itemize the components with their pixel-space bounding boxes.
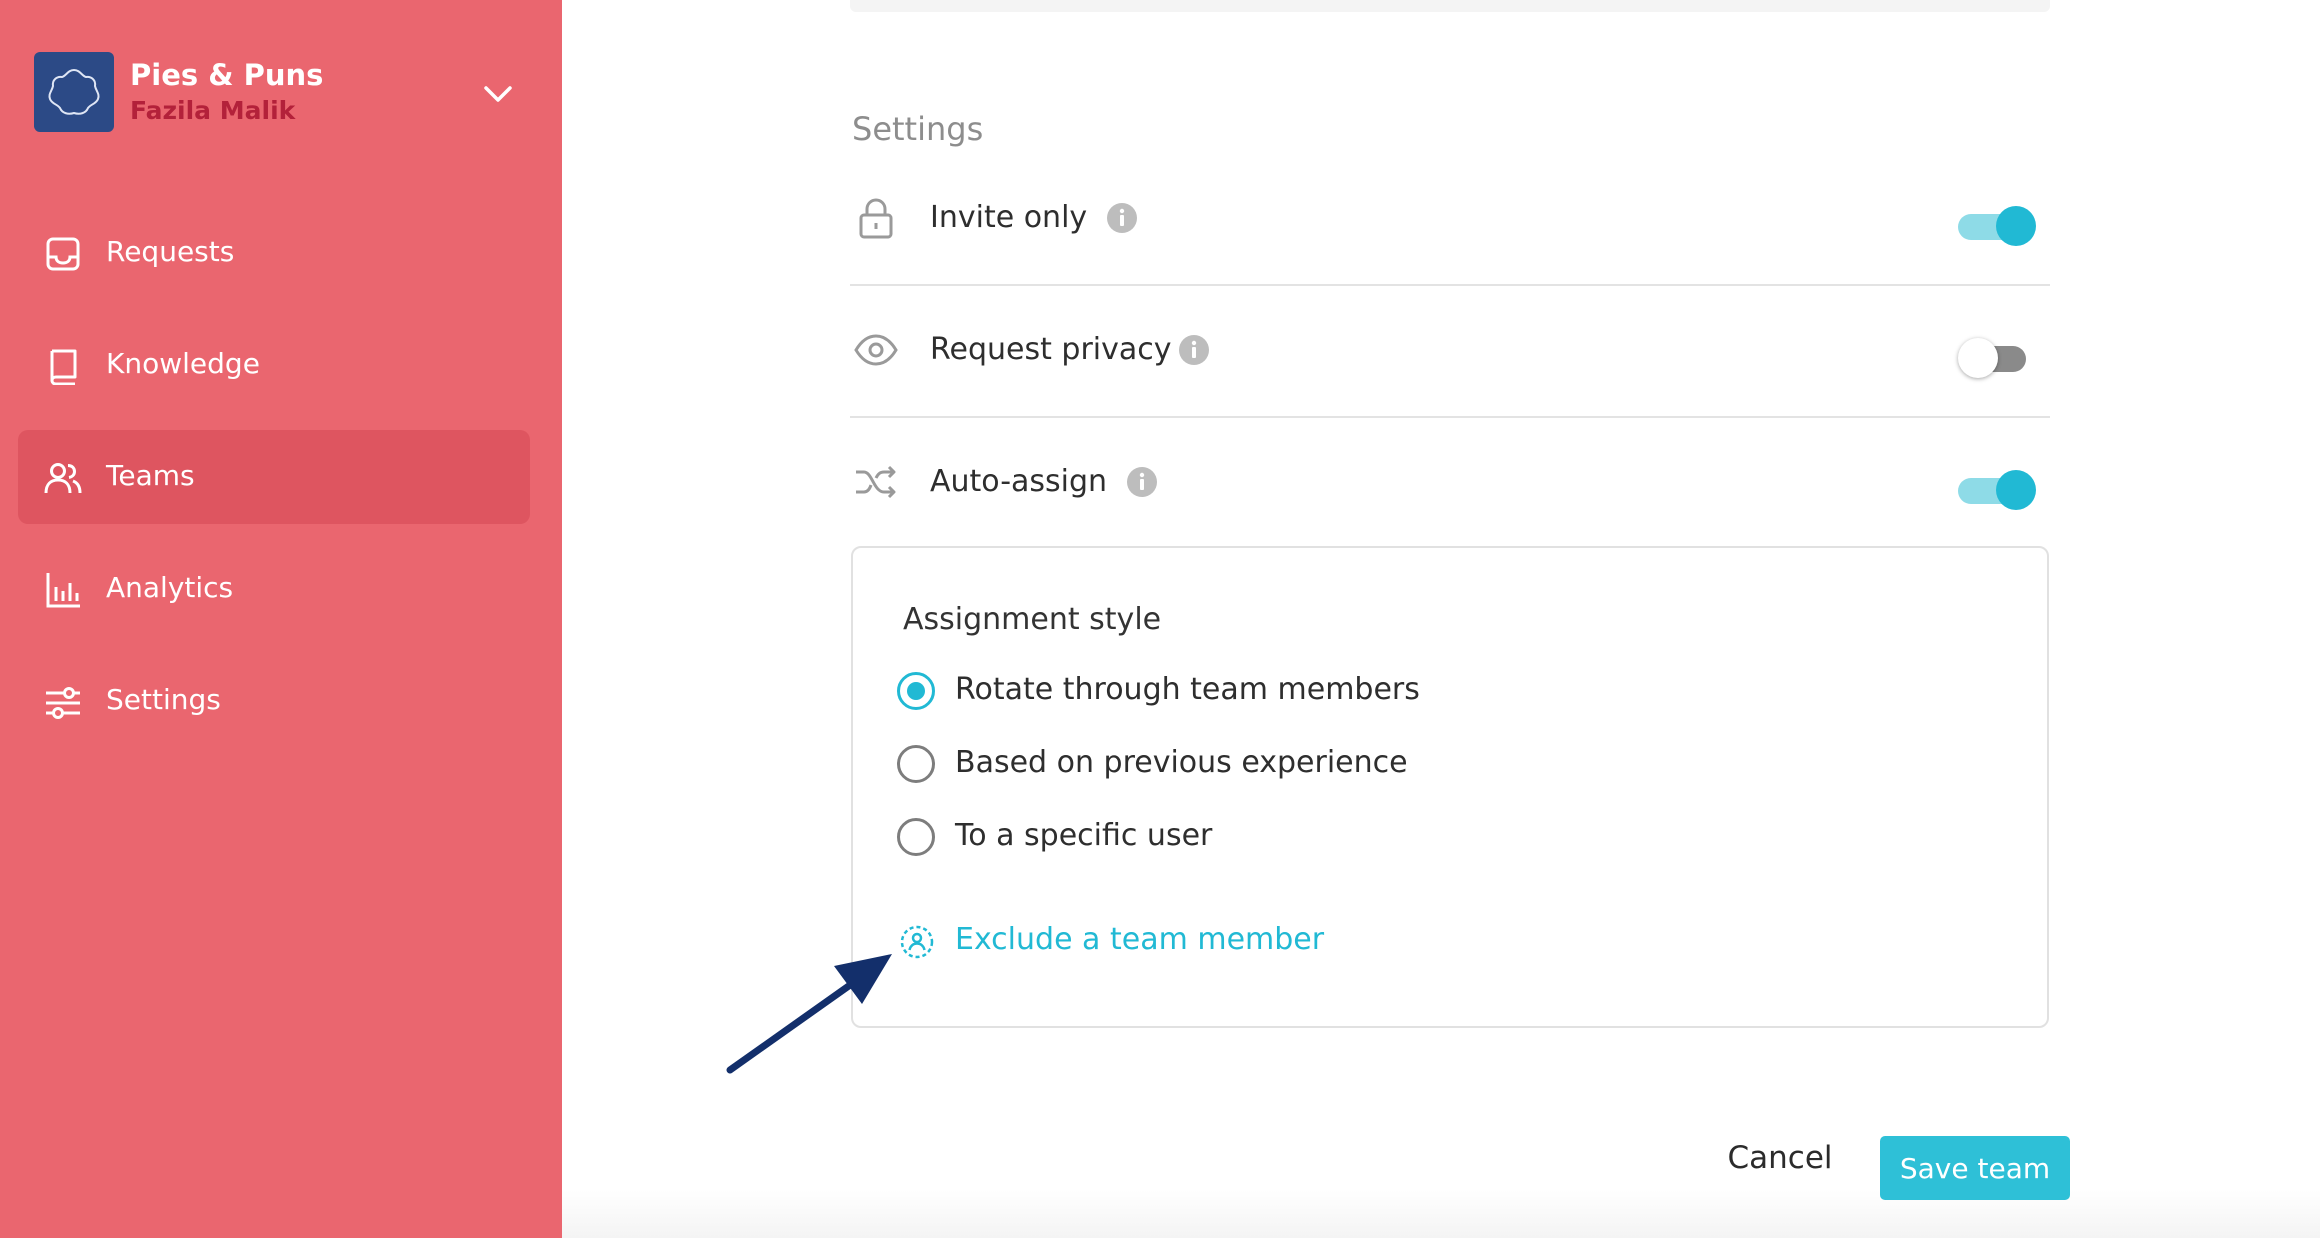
nav-item-settings[interactable]: Settings <box>18 654 530 748</box>
setting-label-invite-only: Invite only <box>930 200 1088 235</box>
toggle-knob <box>1996 206 2036 246</box>
user-dashed-circle-icon <box>900 925 934 959</box>
exclude-team-member-link[interactable]: Exclude a team member <box>899 920 1399 964</box>
setting-row-request-privacy: Request privacy <box>850 286 2050 416</box>
radio-button[interactable] <box>897 745 935 783</box>
eye-icon <box>854 334 898 366</box>
previous-section-edge <box>850 0 2050 12</box>
sliders-icon <box>46 687 80 719</box>
info-icon[interactable] <box>1126 466 1158 498</box>
setting-label-request-privacy: Request privacy <box>930 332 1172 367</box>
sidebar: Pies & Puns Fazila Malik Requests Knowle… <box>0 0 562 1238</box>
nav-label-teams: Teams <box>106 459 195 492</box>
flower-logo-icon <box>48 68 100 115</box>
nav-item-teams[interactable]: Teams <box>18 430 530 524</box>
info-icon[interactable] <box>1178 334 1210 366</box>
radio-label: Based on previous experience <box>955 745 1408 780</box>
nav-item-analytics[interactable]: Analytics <box>18 542 530 636</box>
people-icon <box>44 463 82 494</box>
radio-option-specific-user[interactable]: To a specific user <box>897 816 1797 860</box>
bar-chart-icon <box>46 573 80 608</box>
exclude-team-member-label: Exclude a team member <box>955 922 1325 957</box>
nav-label-requests: Requests <box>106 235 235 268</box>
info-icon[interactable] <box>1106 202 1138 234</box>
setting-row-invite-only: Invite only <box>850 154 2050 284</box>
cancel-button[interactable]: Cancel <box>1720 1130 1840 1186</box>
workspace-user: Fazila Malik <box>130 96 296 125</box>
toggle-knob <box>1958 338 1998 378</box>
radio-button[interactable] <box>897 818 935 856</box>
nav-label-analytics: Analytics <box>106 571 234 604</box>
book-icon <box>50 349 77 385</box>
radio-option-rotate[interactable]: Rotate through team members <box>897 670 1797 714</box>
settings-title: Settings <box>852 110 984 148</box>
setting-row-auto-assign: Auto-assign <box>850 418 2050 548</box>
radio-label: To a specific user <box>955 818 1213 853</box>
nav-label-settings: Settings <box>106 683 221 716</box>
shuffle-icon <box>856 465 896 499</box>
workspace-logo <box>34 52 114 132</box>
nav-item-requests[interactable]: Requests <box>18 206 530 300</box>
toggle-request-privacy[interactable] <box>1958 338 2030 378</box>
lock-icon <box>859 198 893 239</box>
assignment-style-title: Assignment style <box>903 602 1162 637</box>
toggle-knob <box>1996 470 2036 510</box>
setting-label-auto-assign: Auto-assign <box>930 464 1108 499</box>
workspace-switcher[interactable]: Pies & Puns Fazila Malik <box>34 52 534 132</box>
chevron-down-icon[interactable] <box>478 74 518 114</box>
toggle-invite-only[interactable] <box>1958 206 2036 246</box>
radio-option-previous-experience[interactable]: Based on previous experience <box>897 743 1797 787</box>
save-team-button[interactable]: Save team <box>1880 1136 2070 1200</box>
nav-item-knowledge[interactable]: Knowledge <box>18 318 530 412</box>
workspace-name: Pies & Puns <box>130 58 324 92</box>
inbox-icon <box>46 237 80 271</box>
annotation-arrow-icon <box>726 954 892 1074</box>
toggle-auto-assign[interactable] <box>1958 470 2036 510</box>
nav-label-knowledge: Knowledge <box>106 347 260 380</box>
assignment-style-panel: Assignment style Rotate through team mem… <box>851 546 2049 1028</box>
radio-label: Rotate through team members <box>955 672 1420 707</box>
radio-button[interactable] <box>897 672 935 710</box>
